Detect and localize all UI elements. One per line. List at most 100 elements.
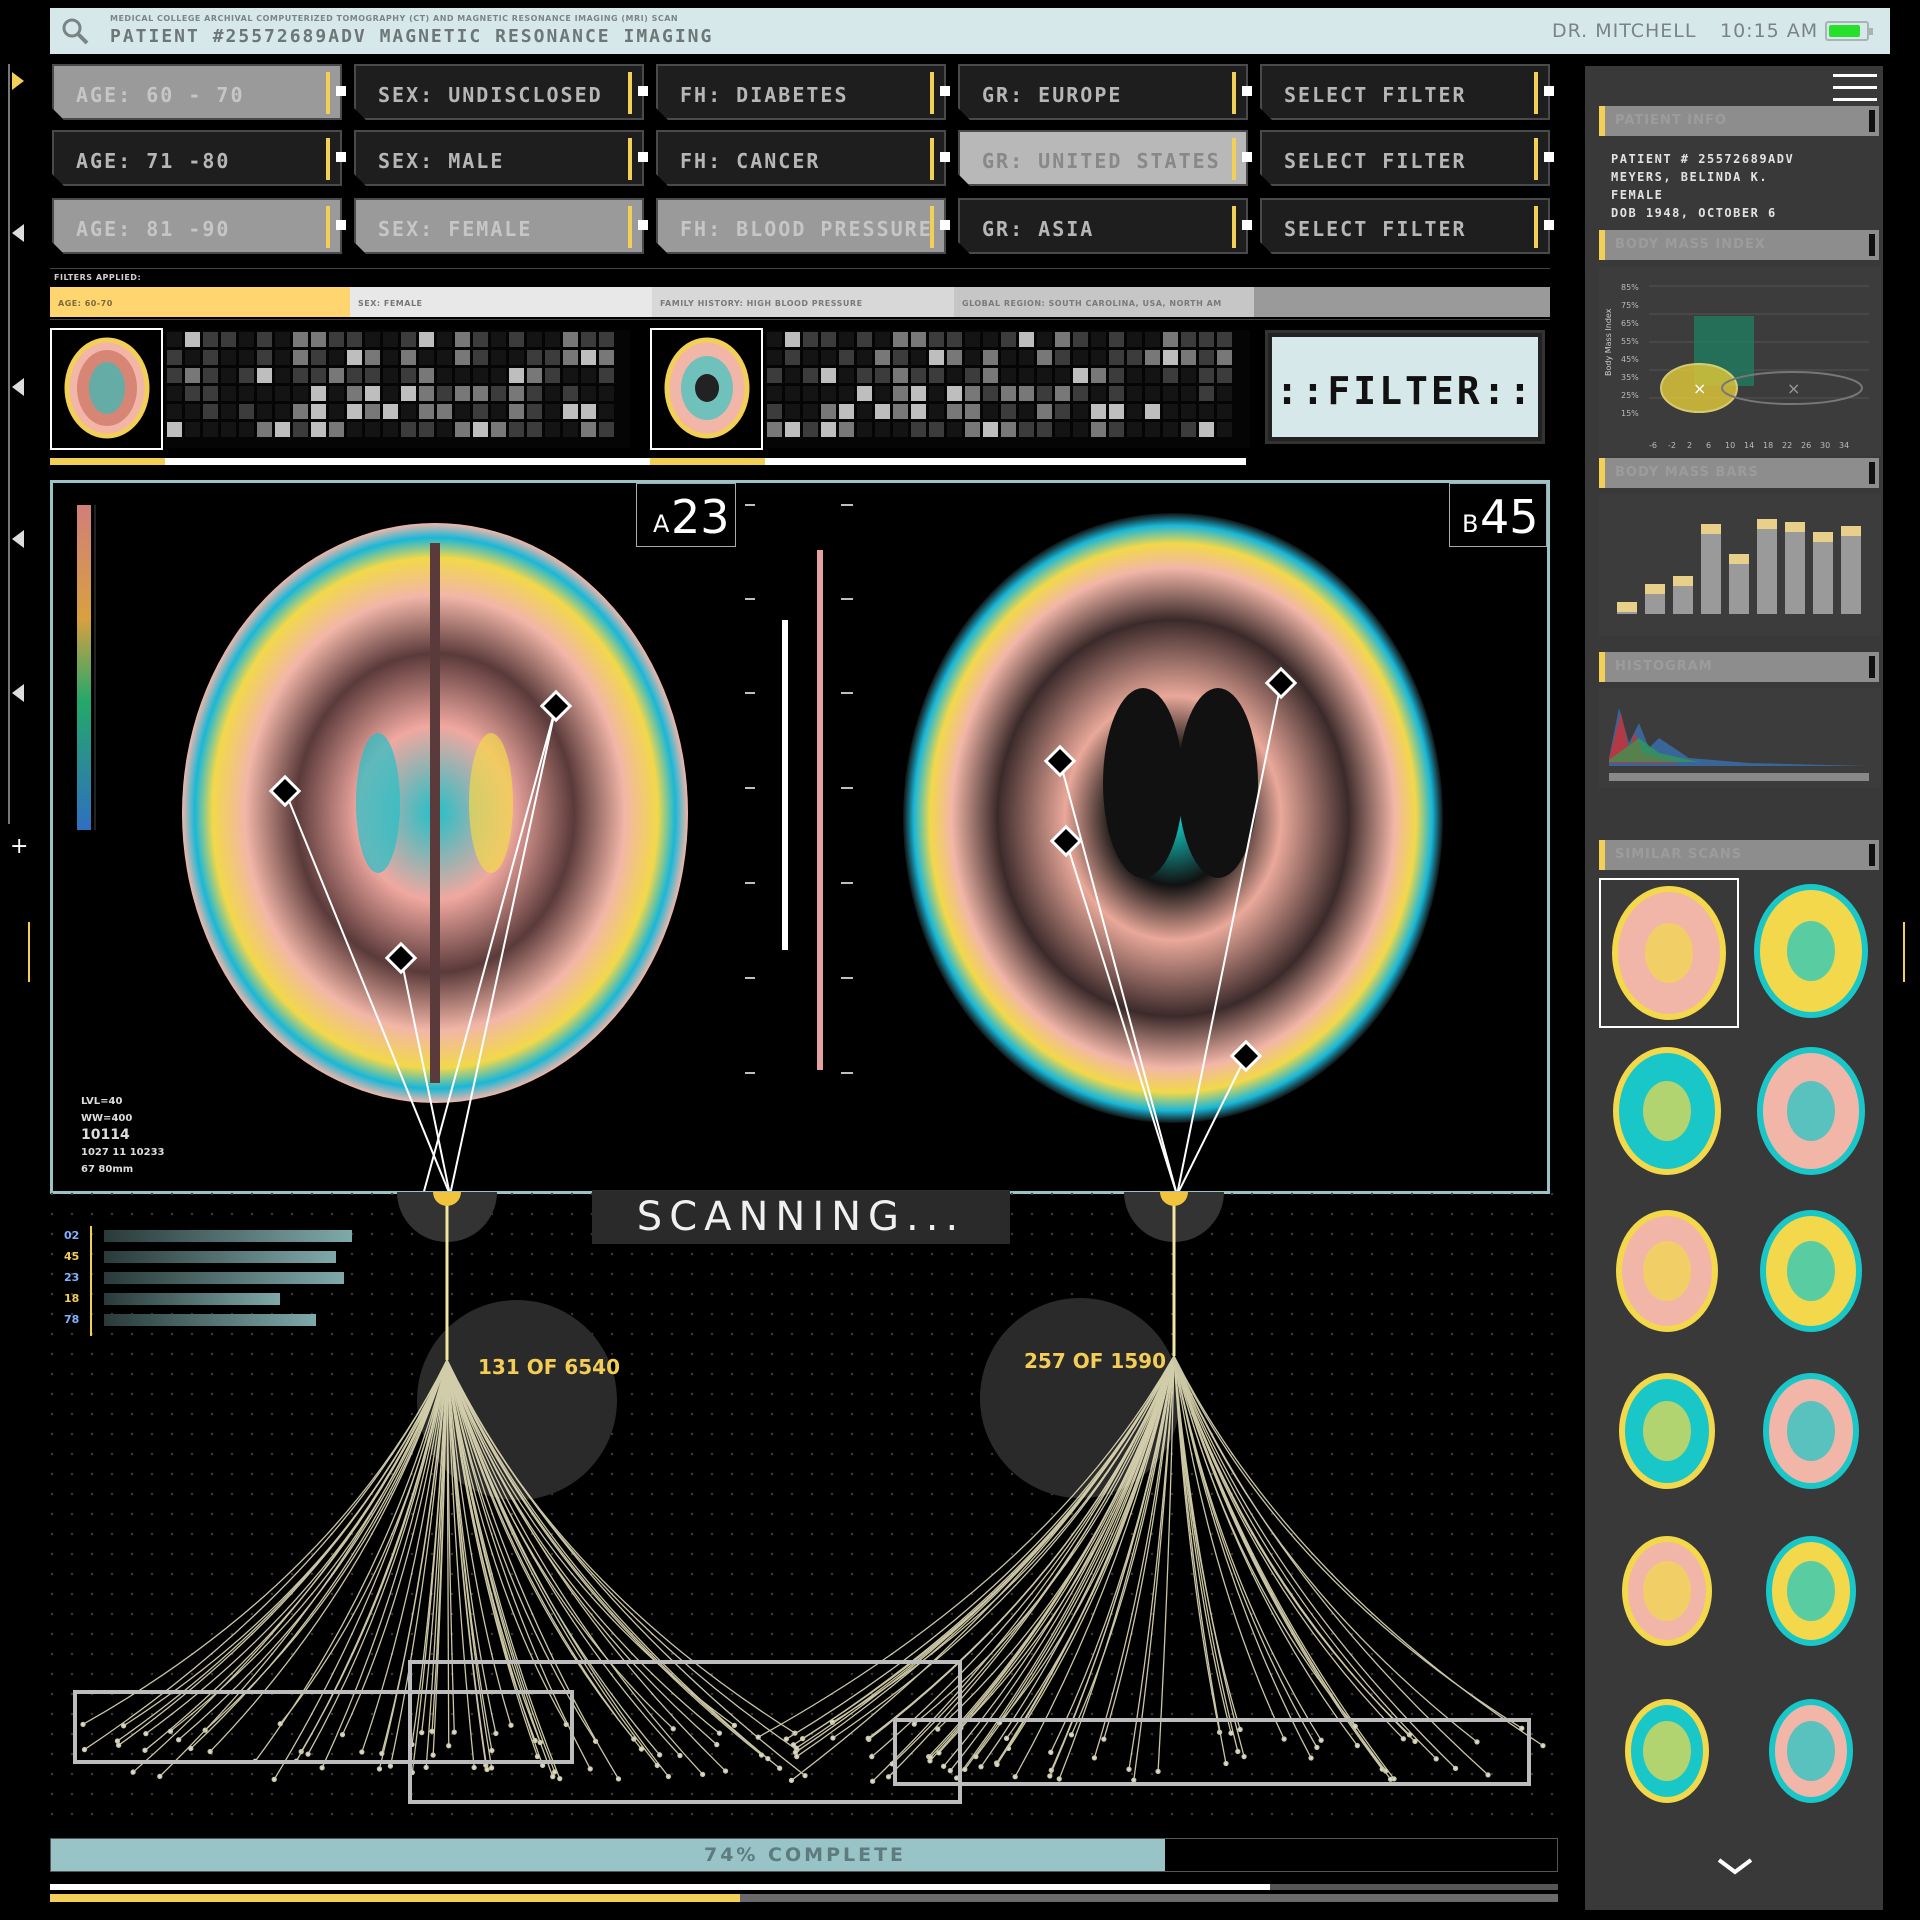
filter-handle[interactable] (940, 152, 950, 162)
filter-handle[interactable] (1242, 220, 1252, 230)
slice-grid-a[interactable] (165, 330, 630, 448)
slider-handle[interactable] (28, 922, 36, 982)
applied-chip-family-history[interactable]: FAMILY HISTORY: HIGH BLOOD PRESSURE (652, 287, 954, 317)
collapse-left-icon[interactable] (12, 378, 24, 396)
slice-cell (1127, 368, 1142, 383)
scan-progress-bar: 74% COMPLETE (50, 1838, 1558, 1872)
slice-cell (1217, 386, 1232, 401)
applied-chip-sex[interactable]: SEX: FEMALE (350, 287, 652, 317)
filter-handle[interactable] (638, 152, 648, 162)
sidebar-section-header[interactable]: HISTOGRAM (1599, 652, 1879, 682)
applied-chip-region[interactable]: GLOBAL REGION: SOUTH CAROLINA, USA, NORT… (954, 287, 1254, 317)
slice-cell (1055, 332, 1070, 347)
filter-handle[interactable] (1544, 86, 1554, 96)
collapse-left-icon[interactable] (12, 530, 24, 548)
filter-handle[interactable] (1242, 86, 1252, 96)
slice-grid-b[interactable] (765, 330, 1250, 448)
filter-button-fh-diabetes[interactable]: FH: DIABETES (656, 64, 946, 120)
similar-scan-thumbnail[interactable] (1743, 1518, 1883, 1668)
filter-button-gr-asia[interactable]: GR: ASIA (958, 198, 1248, 254)
filter-button-fh-cancer[interactable]: FH: CANCER (656, 130, 946, 186)
filter-button-age-81-90[interactable]: AGE: 81 -90 (52, 198, 342, 254)
filter-button-select-filter[interactable]: SELECT FILTER (1260, 64, 1550, 120)
slice-cell (1145, 404, 1160, 419)
slice-cell (1145, 386, 1160, 401)
filter-handle[interactable] (336, 220, 346, 230)
filter-handle[interactable] (336, 86, 346, 96)
filter-button-gr-united-states[interactable]: GR: UNITED STATES (958, 130, 1248, 186)
filter-handle[interactable] (638, 86, 648, 96)
slice-cell (1217, 350, 1232, 365)
slice-cell (365, 368, 380, 383)
filter-handle[interactable] (1544, 152, 1554, 162)
filter-button-sex-male[interactable]: SEX: MALE (354, 130, 644, 186)
similar-scan-thumbnail[interactable] (1743, 1678, 1883, 1828)
play-icon[interactable] (12, 72, 24, 90)
slice-cell (599, 332, 614, 347)
filter-label: GR: ASIA (982, 217, 1095, 241)
slice-cell (1019, 350, 1034, 365)
slider-handle[interactable] (1897, 922, 1905, 982)
search-icon[interactable] (60, 16, 90, 46)
slice-cell (839, 422, 854, 437)
slice-cell (383, 422, 398, 437)
slice-cell (347, 386, 362, 401)
scan-label-a[interactable]: A 23 (636, 483, 736, 547)
sidebar-section-header[interactable]: SIMILAR SCANS (1599, 840, 1879, 870)
filter-button[interactable]: ::FILTER:: (1265, 330, 1545, 444)
slice-cell (419, 332, 434, 347)
filter-button-age-71-80[interactable]: AGE: 71 -80 (52, 130, 342, 186)
similar-scan-thumbnail[interactable] (1599, 1198, 1739, 1348)
similar-scan-thumbnail[interactable] (1743, 878, 1883, 1028)
histogram-chart[interactable] (1599, 688, 1881, 788)
fiber-endpoint (714, 1741, 720, 1748)
slice-cell (803, 422, 818, 437)
bmi-x-tick: 34 (1839, 441, 1849, 450)
filter-handle[interactable] (336, 152, 346, 162)
add-icon[interactable]: + (10, 834, 28, 859)
filter-button-fh-blood-pressure[interactable]: FH: BLOOD PRESSURE (656, 198, 946, 254)
filter-button-sex-undisclosed[interactable]: SEX: UNDISCLOSED (354, 64, 644, 120)
sidebar-bar-chart[interactable] (1599, 494, 1881, 636)
filter-button-sex-female[interactable]: SEX: FEMALE (354, 198, 644, 254)
user-name[interactable]: DR. MITCHELL (1552, 20, 1696, 42)
sidebar-section-header[interactable]: PATIENT INFO (1599, 106, 1879, 136)
bmi-x-tick: 30 (1820, 441, 1830, 450)
filter-handle[interactable] (940, 86, 950, 96)
bmi-scatter-chart[interactable]: × × Body Mass Index 85% 75% 65% 55% 45% 35% 25… (1599, 266, 1881, 456)
similar-scan-thumbnail[interactable] (1599, 1038, 1739, 1188)
scan-label-b[interactable]: B 45 (1449, 483, 1547, 547)
scan-thumbnail-b[interactable] (650, 328, 763, 450)
applied-chip-age[interactable]: AGE: 60-70 (50, 287, 350, 317)
sidebar-section-header[interactable]: BODY MASS BARS (1599, 458, 1879, 488)
similar-scan-thumbnail[interactable] (1599, 1358, 1739, 1508)
collapse-left-icon[interactable] (12, 684, 24, 702)
collapse-left-icon[interactable] (12, 224, 24, 242)
similar-scan-thumbnail[interactable] (1743, 1198, 1883, 1348)
slice-cell (437, 386, 452, 401)
fiber-endpoint (947, 1768, 953, 1774)
filter-button-select-filter[interactable]: SELECT FILTER (1260, 130, 1550, 186)
fiber-endpoint (869, 1753, 875, 1760)
similar-scan-thumbnail[interactable] (1599, 878, 1739, 1028)
filter-button-select-filter[interactable]: SELECT FILTER (1260, 198, 1550, 254)
filter-button-gr-europe[interactable]: GR: EUROPE (958, 64, 1248, 120)
chevron-down-icon[interactable] (1715, 1856, 1755, 1876)
similar-scan-thumbnail[interactable] (1743, 1358, 1883, 1508)
slice-cell (1073, 404, 1088, 419)
similar-scan-thumbnail[interactable] (1743, 1038, 1883, 1188)
menu-icon[interactable] (1833, 72, 1877, 101)
scan-thumbnail-a[interactable] (50, 328, 163, 450)
slice-cell (1073, 368, 1088, 383)
slice-cell (911, 350, 926, 365)
filter-handle[interactable] (1242, 152, 1252, 162)
filter-handle[interactable] (638, 220, 648, 230)
similar-scan-thumbnail[interactable] (1599, 1678, 1739, 1828)
filter-button-age-60-70[interactable]: AGE: 60 - 70 (52, 64, 342, 120)
sidebar-section-header[interactable]: BODY MASS INDEX (1599, 230, 1879, 260)
slice-cell (383, 404, 398, 419)
filter-handle[interactable] (940, 220, 950, 230)
fiber-endpoint (130, 1769, 136, 1775)
similar-scan-thumbnail[interactable] (1599, 1518, 1739, 1668)
filter-handle[interactable] (1544, 220, 1554, 230)
